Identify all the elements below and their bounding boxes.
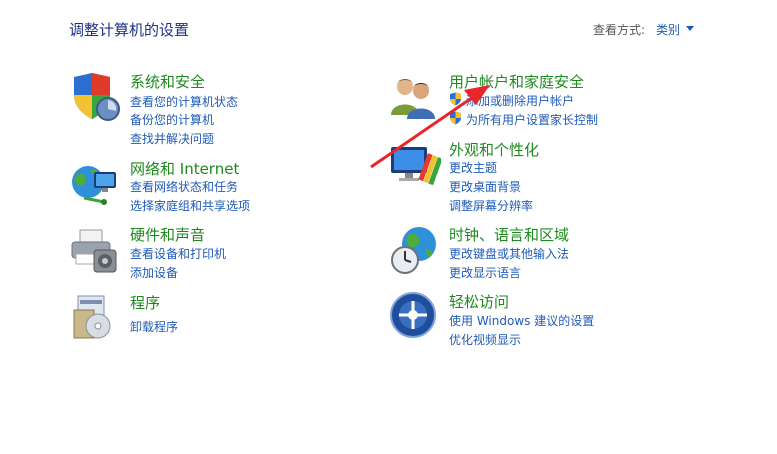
view-by-dropdown[interactable]: 类别 — [656, 21, 680, 38]
link-change-theme[interactable]: 更改主题 — [449, 159, 497, 176]
category-title-network-internet[interactable]: 网络和 Internet — [130, 158, 239, 179]
category-title-programs[interactable]: 程序 — [130, 292, 160, 313]
link-recommended-settings[interactable]: 使用 Windows 建议的设置 — [449, 312, 594, 329]
view-by-label: 查看方式: — [593, 23, 646, 37]
category-title-clock-language[interactable]: 时钟、语言和区域 — [449, 224, 569, 245]
link-change-background[interactable]: 更改桌面背景 — [449, 178, 521, 195]
link-add-device[interactable]: 添加设备 — [130, 264, 178, 281]
printer-icon[interactable] — [70, 224, 122, 276]
uac-shield-icon — [450, 92, 461, 106]
category-title-system-security[interactable]: 系统和安全 — [130, 71, 205, 92]
ease-of-access-icon[interactable] — [389, 291, 441, 343]
programs-disc-icon[interactable] — [70, 292, 122, 344]
link-view-computer-status[interactable]: 查看您的计算机状态 — [130, 93, 238, 110]
link-screen-resolution[interactable]: 调整屏幕分辨率 — [449, 197, 533, 214]
security-shield-icon[interactable] — [70, 71, 122, 123]
link-change-keyboard[interactable]: 更改键盘或其他输入法 — [449, 245, 569, 262]
link-troubleshoot[interactable]: 查找并解决问题 — [130, 130, 214, 147]
category-title-appearance[interactable]: 外观和个性化 — [449, 139, 539, 160]
link-change-display-language[interactable]: 更改显示语言 — [449, 264, 521, 281]
category-title-ease-of-access[interactable]: 轻松访问 — [449, 291, 509, 312]
category-title-user-accounts[interactable]: 用户帐户和家庭安全 — [449, 71, 584, 92]
chevron-down-icon[interactable] — [686, 26, 694, 31]
link-devices-printers[interactable]: 查看设备和打印机 — [130, 245, 226, 262]
uac-shield-icon — [450, 111, 461, 125]
link-parental-controls[interactable]: 为所有用户设置家长控制 — [466, 111, 598, 128]
link-homegroup-sharing[interactable]: 选择家庭组和共享选项 — [130, 197, 250, 214]
link-add-remove-users[interactable]: 添加或删除用户帐户 — [466, 92, 574, 109]
link-network-status[interactable]: 查看网络状态和任务 — [130, 178, 238, 195]
personalization-icon[interactable] — [389, 139, 441, 191]
page-title: 调整计算机的设置 — [69, 21, 190, 39]
users-icon[interactable] — [389, 71, 441, 123]
link-optimize-visual-display[interactable]: 优化视频显示 — [449, 331, 521, 348]
clock-globe-icon[interactable] — [389, 224, 441, 276]
link-uninstall-program[interactable]: 卸载程序 — [130, 318, 178, 335]
link-backup-computer[interactable]: 备份您的计算机 — [130, 111, 214, 128]
network-globe-icon[interactable] — [70, 158, 122, 210]
category-title-hardware-sound[interactable]: 硬件和声音 — [130, 224, 205, 245]
